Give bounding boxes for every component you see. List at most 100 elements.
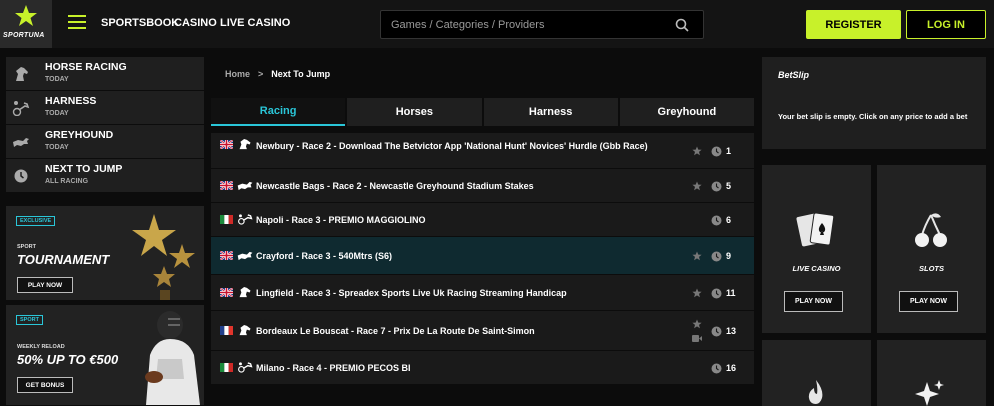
race-row[interactable]: Crayford - Race 3 - 540Mtrs (S6) 9	[211, 237, 754, 275]
cherries-icon	[915, 213, 947, 247]
sidebar-item-title: HORSE RACING	[45, 61, 127, 73]
nav-casino[interactable]: CASINO	[174, 17, 217, 29]
game-card-label: LIVE CASINO	[792, 264, 841, 273]
breadcrumb: Home > Next To Jump	[225, 69, 330, 79]
race-row[interactable]: Milano - Race 4 - PREMIO PECOS BI 16	[211, 351, 754, 385]
trophy-stars-icon	[132, 214, 195, 300]
promo-kicker: SPORT	[17, 244, 36, 250]
sidebar-item-harness[interactable]: HARNESS TODAY	[6, 91, 204, 125]
minutes-to-jump: 5	[726, 181, 732, 191]
clock-icon	[711, 181, 722, 192]
game-card-live-casino[interactable]: LIVE CASINO PLAY NOW	[762, 165, 871, 333]
football-player-icon	[145, 311, 200, 405]
flag-uk-icon	[220, 181, 233, 190]
race-name: Newcastle Bags - Race 2 - Newcastle Grey…	[256, 181, 534, 191]
sidebar-item-sub: TODAY	[45, 144, 69, 151]
breadcrumb-separator: >	[258, 69, 264, 79]
logo-text: SPORTUNA	[3, 32, 45, 39]
race-row[interactable]: Lingfield - Race 3 - Spreadex Sports Liv…	[211, 275, 754, 311]
login-button[interactable]: LOG IN	[906, 10, 986, 39]
betslip-title: BetSlip	[778, 70, 810, 80]
flag-fr-icon	[220, 326, 233, 335]
promo-headline: TOURNAMENT	[17, 252, 110, 267]
racing-sidebar: HORSE RACING TODAY HARNESS TODAY GREYHOU…	[6, 57, 204, 193]
search-icon[interactable]	[675, 18, 689, 32]
promo-weekly-reload[interactable]: SPORT WEEKLY RELOAD 50% UP TO €500 GET B…	[6, 305, 204, 405]
racing-tabs: Racing Horses Harness Greyhound	[211, 98, 754, 126]
minutes-to-jump: 1	[726, 146, 732, 156]
live-stream-icon	[692, 335, 702, 342]
flag-it-icon	[220, 215, 233, 224]
sidebar-item-title: HARNESS	[45, 95, 97, 107]
breadcrumb-home[interactable]: Home	[225, 69, 250, 79]
minutes-to-jump: 9	[726, 251, 732, 261]
sportuna-logo[interactable]: SPORTUNA	[0, 0, 52, 48]
horse-head-icon	[16, 67, 28, 81]
race-name: Lingfield - Race 3 - Spreadex Sports Liv…	[256, 288, 567, 298]
betslip-empty-message: Your bet slip is empty. Click on any pri…	[778, 112, 968, 121]
clock-icon	[14, 169, 28, 183]
clock-icon	[711, 146, 722, 157]
nav-sportsbook[interactable]: SPORTSBOOK	[101, 17, 179, 29]
favourite-star-icon[interactable]	[692, 146, 702, 156]
tab-horses[interactable]: Horses	[347, 98, 482, 126]
sidebar-item-next-to-jump[interactable]: NEXT TO JUMP ALL RACING	[6, 159, 204, 193]
race-row[interactable]: Newcastle Bags - Race 2 - Newcastle Grey…	[211, 169, 754, 203]
sidebar-item-sub: ALL RACING	[45, 178, 89, 185]
hamburger-icon[interactable]	[68, 15, 86, 29]
logo-star-icon	[15, 5, 37, 26]
nav-live-casino[interactable]: LIVE CASINO	[220, 17, 290, 29]
play-now-button[interactable]: PLAY NOW	[17, 277, 73, 293]
sidebar-item-title: NEXT TO JUMP	[45, 163, 123, 175]
favourite-star-icon[interactable]	[692, 288, 702, 298]
race-name: Napoli - Race 3 - PREMIO MAGGIOLINO	[256, 215, 426, 225]
minutes-to-jump: 13	[726, 326, 737, 336]
clock-icon	[711, 288, 722, 299]
promo-badge: SPORT	[16, 315, 43, 325]
clock-icon	[711, 326, 722, 337]
favourite-star-icon[interactable]	[692, 319, 702, 329]
sidebar-item-horse-racing[interactable]: HORSE RACING TODAY	[6, 57, 204, 91]
harness-icon	[12, 101, 30, 116]
harness-icon	[238, 362, 253, 373]
play-now-button[interactable]: PLAY NOW	[899, 291, 958, 312]
tab-racing[interactable]: Racing	[211, 98, 346, 126]
sidebar-item-greyhound[interactable]: GREYHOUND TODAY	[6, 125, 204, 159]
get-bonus-button[interactable]: GET BONUS	[17, 377, 73, 393]
promo-headline: 50% UP TO €500	[17, 352, 119, 367]
minutes-to-jump: 11	[726, 288, 736, 298]
favourite-star-icon[interactable]	[692, 181, 702, 191]
tab-greyhound[interactable]: Greyhound	[619, 98, 754, 126]
flag-uk-icon	[220, 251, 233, 260]
promo-badge: EXCLUSIVE	[16, 216, 56, 226]
clock-icon	[711, 363, 722, 374]
greyhound-icon	[237, 251, 253, 261]
minutes-to-jump: 6	[726, 215, 732, 225]
tab-harness[interactable]: Harness	[483, 98, 618, 126]
sidebar-item-title: GREYHOUND	[45, 129, 114, 141]
race-row[interactable]: Bordeaux Le Bouscat - Race 7 - Prix De L…	[211, 311, 754, 351]
sidebar-item-sub: TODAY	[45, 110, 69, 117]
promo-kicker: WEEKLY RELOAD	[17, 344, 65, 350]
play-now-button[interactable]: PLAY NOW	[784, 291, 843, 312]
favourite-star-icon[interactable]	[692, 251, 702, 261]
harness-icon	[238, 214, 253, 225]
race-row[interactable]: Napoli - Race 3 - PREMIO MAGGIOLINO 6	[211, 203, 754, 237]
sparkle-icon	[915, 380, 944, 406]
game-card-3[interactable]	[762, 340, 871, 406]
flag-uk-icon	[220, 140, 233, 149]
game-card-4[interactable]	[877, 340, 986, 406]
minutes-to-jump: 16	[726, 363, 737, 373]
search-box	[380, 10, 704, 39]
search-input[interactable]	[391, 17, 661, 33]
register-button[interactable]: REGISTER	[806, 10, 901, 39]
horse-icon	[239, 325, 251, 336]
game-card-slots[interactable]: SLOTS PLAY NOW	[877, 165, 986, 333]
game-card-label: SLOTS	[918, 264, 944, 273]
top-header: SPORTUNA SPORTSBOOK CASINO LIVE CASINO R…	[0, 0, 994, 48]
race-name: Crayford - Race 3 - 540Mtrs (S6)	[256, 251, 393, 261]
race-row[interactable]: Newbury - Race 2 - Download The Betvicto…	[211, 133, 754, 169]
greyhound-icon	[237, 181, 253, 191]
flag-uk-icon	[220, 288, 233, 297]
promo-tournament[interactable]: EXCLUSIVE SPORT TOURNAMENT PLAY NOW	[6, 206, 204, 300]
